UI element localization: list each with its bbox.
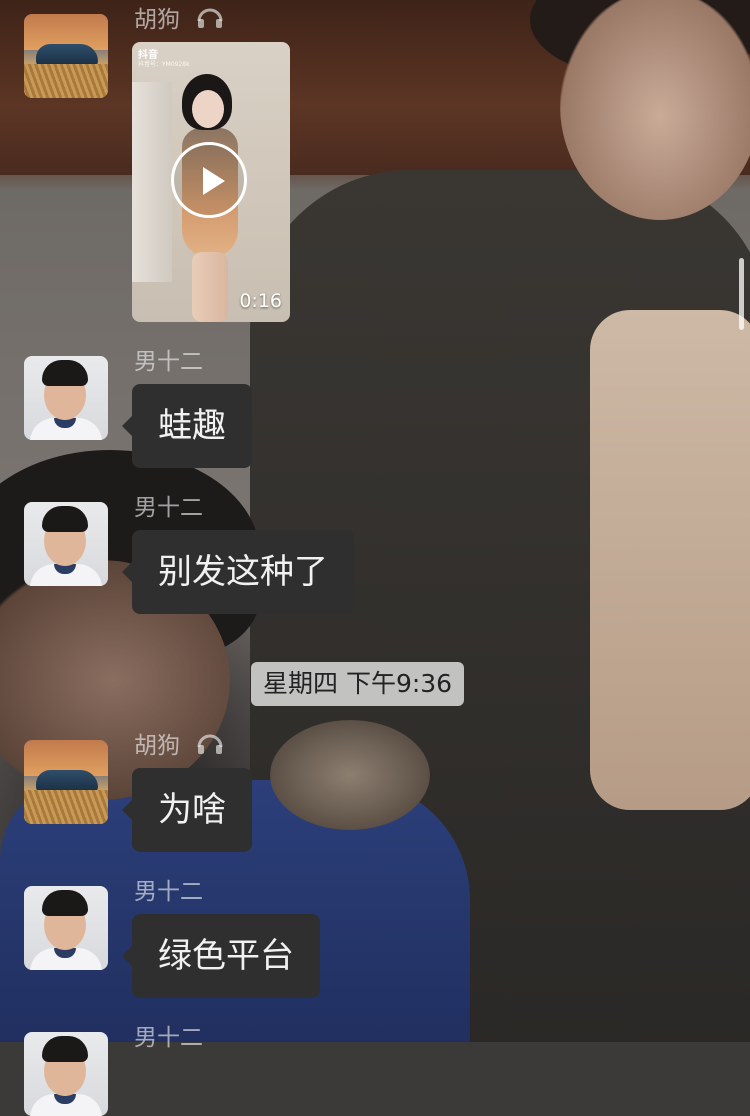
headset-icon — [195, 6, 225, 30]
sender-name-text: 胡狗 — [134, 733, 180, 759]
timestamp-label: 星期四 下午9:36 — [251, 662, 465, 706]
car-avatar[interactable] — [24, 740, 108, 824]
sender-name: 胡狗 — [134, 732, 225, 760]
play-icon[interactable] — [171, 142, 247, 218]
boy-avatar[interactable] — [24, 886, 108, 970]
sender-name: 胡狗 — [134, 6, 225, 34]
sender-name: 男十二 — [134, 495, 203, 521]
text-bubble[interactable]: 为啥 — [122, 768, 252, 852]
video-message[interactable]: 抖音 抖音号：YM0928k 0:16 — [132, 42, 290, 322]
boy-avatar[interactable] — [24, 1032, 108, 1116]
background-fur — [270, 720, 430, 830]
background-sweater — [590, 310, 750, 810]
sender-name: 男十二 — [134, 879, 203, 905]
text-bubble[interactable]: 别发这种了 — [122, 530, 354, 614]
sender-name-text: 胡狗 — [134, 7, 180, 33]
sender-name: 男十二 — [134, 349, 203, 375]
boy-avatar[interactable] — [24, 502, 108, 586]
chat-background-photo — [0, 0, 750, 1042]
scroll-indicator[interactable] — [739, 258, 744, 330]
text-bubble[interactable]: 绿色平台 — [122, 914, 320, 998]
car-avatar[interactable] — [24, 14, 108, 98]
video-duration: 0:16 — [239, 290, 282, 312]
sender-name: 男十二 — [134, 1025, 203, 1051]
headset-icon — [195, 732, 225, 756]
boy-avatar[interactable] — [24, 356, 108, 440]
text-bubble[interactable]: 蛙趣 — [122, 384, 252, 468]
app-account-label: 抖音号：YM0928k — [138, 61, 190, 68]
